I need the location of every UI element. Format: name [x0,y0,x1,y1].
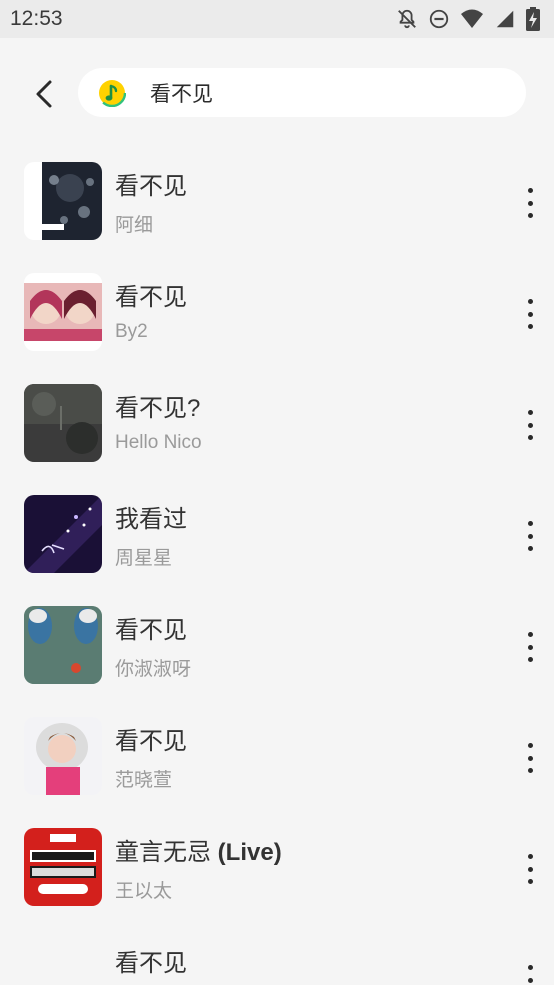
more-options-button[interactable] [516,632,544,662]
album-cover [24,828,102,906]
list-item[interactable]: 我看过 周星星 [0,469,554,580]
battery-charging-icon [526,7,540,31]
search-box[interactable]: 看不见 [78,68,526,117]
more-options-button[interactable] [516,521,544,551]
status-time: 12:53 [10,7,63,30]
song-artist: 王以太 [115,881,173,902]
list-item[interactable]: 看不见 [0,913,554,985]
status-icons [396,7,540,31]
song-artist: By2 [115,321,148,342]
song-title: 童言无忌 (Live) [115,839,282,866]
wifi-icon [461,9,483,28]
search-header: 看不见 [0,38,554,136]
song-title: 我看过 [115,506,187,533]
back-arrow-icon [36,80,52,108]
more-options-button[interactable] [516,188,544,218]
back-button[interactable] [26,74,62,114]
search-query[interactable]: 看不见 [150,78,213,108]
result-list: 看不见 阿细 看不见 By2 看不见? Hello Nico 我看过 周星星 看… [0,136,554,985]
list-item[interactable]: 看不见 范晓萱 [0,691,554,802]
song-title: 看不见 [115,617,187,644]
song-title: 看不见 [115,950,187,977]
list-item[interactable]: 看不见? Hello Nico [0,358,554,469]
more-options-button[interactable] [516,743,544,773]
qq-music-logo-icon [98,78,126,107]
song-artist: 周星星 [115,548,173,569]
live-tag: (Live) [217,839,282,866]
album-cover [24,606,102,684]
song-artist: Hello Nico [115,432,202,453]
song-artist: 阿细 [115,215,154,236]
list-item[interactable]: 看不见 你淑淑呀 [0,580,554,691]
list-item[interactable]: 看不见 By2 [0,247,554,358]
signal-icon [496,10,514,28]
notifications-off-icon [398,9,416,29]
song-title: 看不见 [115,728,187,755]
song-artist: 范晓萱 [115,770,173,791]
song-title: 看不见? [115,395,201,422]
more-options-button[interactable] [516,299,544,329]
more-options-button[interactable] [516,410,544,440]
do-not-disturb-icon [429,9,449,29]
list-item[interactable]: 看不见 阿细 [0,136,554,247]
status-bar: 12:53 [0,0,554,38]
list-item[interactable]: 童言无忌 (Live) 王以太 [0,802,554,913]
more-options-button[interactable] [516,965,544,985]
more-options-button[interactable] [516,854,544,884]
song-title: 看不见 [115,284,187,311]
album-cover [24,273,102,351]
song-title: 看不见 [115,173,187,200]
album-cover [24,384,102,462]
album-cover [24,162,102,240]
song-artist: 你淑淑呀 [115,659,192,680]
album-cover [24,495,102,573]
album-cover [24,717,102,795]
